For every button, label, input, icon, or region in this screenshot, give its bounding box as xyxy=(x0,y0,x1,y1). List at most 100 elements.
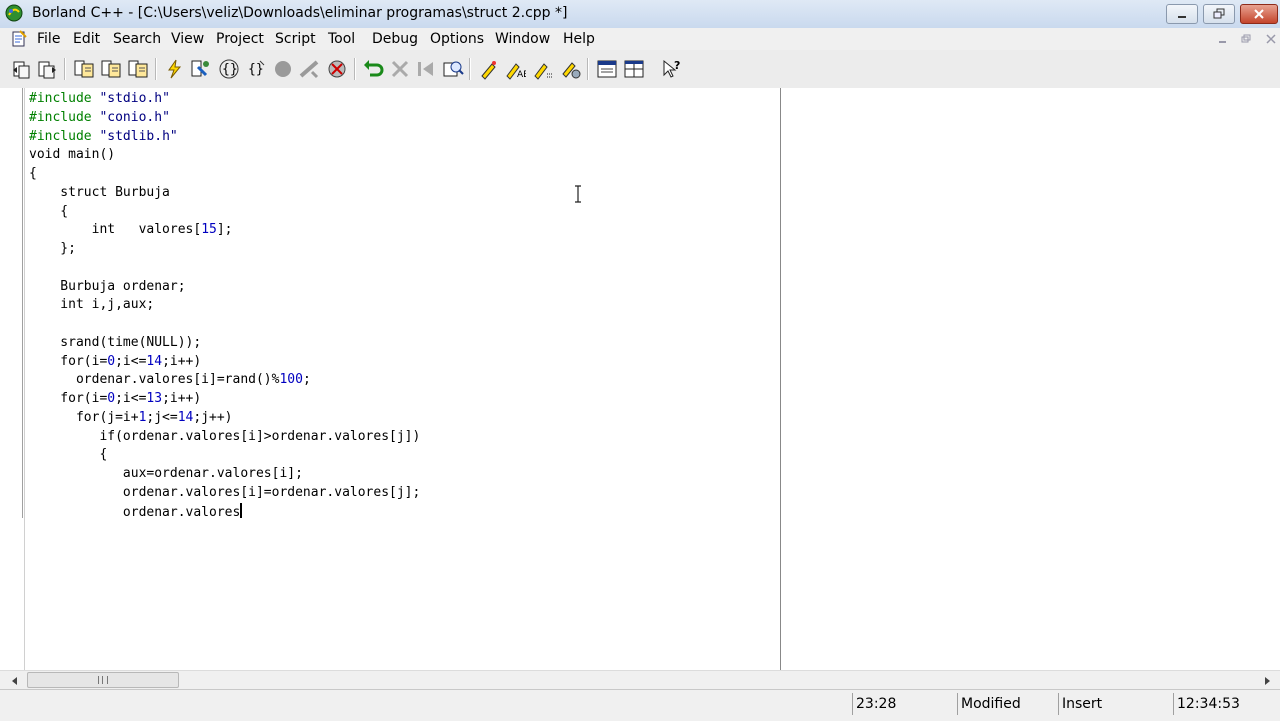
gutter-divider xyxy=(22,88,23,518)
code-line[interactable]: { xyxy=(29,446,420,465)
borland-app-icon[interactable] xyxy=(4,3,24,23)
code-line[interactable]: ordenar.valores[i]=ordenar.valores[j]; xyxy=(29,484,420,503)
code-line[interactable]: Burbuja ordenar; xyxy=(29,278,420,297)
code-line[interactable]: }; xyxy=(29,240,420,259)
toolbar-separator xyxy=(155,58,157,80)
close-icon xyxy=(1254,9,1264,19)
scrollbar-thumb[interactable] xyxy=(27,672,179,688)
close-button[interactable] xyxy=(1240,4,1278,24)
tile-icon[interactable] xyxy=(622,57,646,81)
code-line[interactable]: aux=ordenar.valores[i]; xyxy=(29,465,420,484)
menu-help[interactable]: Help xyxy=(561,30,597,48)
code-line[interactable]: #include "conio.h" xyxy=(29,109,420,128)
code-line[interactable]: for(i=0;i<=14;i++) xyxy=(29,353,420,372)
code-line[interactable]: ​ xyxy=(29,315,420,334)
menu-bar: File Edit Search View Project Script Too… xyxy=(0,28,1280,50)
code-line[interactable]: int valores[15]; xyxy=(29,221,420,240)
step-into-icon[interactable]: {} xyxy=(243,57,267,81)
mdi-minimize-icon xyxy=(1219,40,1226,43)
paste-icon[interactable] xyxy=(126,57,150,81)
insert-mode-indicator: Insert xyxy=(1058,693,1170,715)
code-line[interactable]: ordenar.valores xyxy=(29,502,420,523)
lightning-icon[interactable] xyxy=(162,57,186,81)
code-line[interactable]: struct Burbuja xyxy=(29,184,420,203)
svg-text:?: ? xyxy=(674,59,680,72)
minimize-button[interactable] xyxy=(1166,4,1198,24)
mdi-minimize-button[interactable] xyxy=(1214,30,1232,47)
svg-text:{}: {} xyxy=(248,62,264,77)
scroll-right-button[interactable] xyxy=(1258,671,1276,690)
highlight-icon[interactable] xyxy=(531,57,555,81)
code-line[interactable]: if(ordenar.valores[i]>ordenar.valores[j]… xyxy=(29,428,420,447)
back-icon[interactable] xyxy=(414,57,438,81)
copy-icon[interactable] xyxy=(99,57,123,81)
toolbar-separator xyxy=(587,58,589,80)
replace-icon[interactable]: AB xyxy=(503,57,527,81)
mdi-close-button[interactable] xyxy=(1262,30,1280,47)
settings-icon[interactable] xyxy=(559,57,583,81)
clock: 12:34:53 xyxy=(1173,693,1280,715)
minimize-icon xyxy=(1178,16,1186,18)
menu-file[interactable]: File xyxy=(35,30,62,48)
toolbar-separator xyxy=(469,58,471,80)
scroll-left-button[interactable] xyxy=(6,671,24,690)
code-line[interactable]: { xyxy=(29,165,420,184)
stop-icon[interactable] xyxy=(297,57,321,81)
restore-button[interactable] xyxy=(1203,4,1235,24)
scroll-right-icon xyxy=(1265,676,1270,685)
code-line[interactable]: srand(time(NULL)); xyxy=(29,334,420,353)
new-file-icon[interactable] xyxy=(10,57,34,81)
cursor-position: 23:28 xyxy=(852,693,952,715)
scroll-grip-icon xyxy=(98,676,108,684)
horizontal-scrollbar[interactable] xyxy=(0,670,1280,690)
menu-view[interactable]: View xyxy=(169,30,206,48)
pencil-icon[interactable] xyxy=(476,57,500,81)
menu-tool[interactable]: Tool xyxy=(326,30,357,48)
code-line[interactable]: void main() xyxy=(29,146,420,165)
gutter-divider xyxy=(24,88,25,670)
menu-project[interactable]: Project xyxy=(214,30,266,48)
save-file-icon[interactable] xyxy=(72,57,96,81)
scroll-left-icon xyxy=(12,676,17,685)
browse-icon[interactable] xyxy=(441,57,465,81)
code-line[interactable]: for(j=i+1;j<=14;j++) xyxy=(29,409,420,428)
code-line[interactable]: int i,j,aux; xyxy=(29,296,420,315)
undo-icon[interactable] xyxy=(361,57,385,81)
source-code[interactable]: #include "stdio.h" #include "conio.h" #inc… xyxy=(29,90,420,522)
title-bar: Borland C++ - [C:\Users\veliz\Downloads\… xyxy=(0,0,1280,29)
build-icon[interactable] xyxy=(188,57,212,81)
cut-icon[interactable] xyxy=(388,57,412,81)
breakpoint-icon[interactable] xyxy=(271,57,295,81)
toolbar-separator xyxy=(64,58,66,80)
menu-edit[interactable]: Edit xyxy=(71,30,102,48)
run-icon[interactable] xyxy=(325,57,349,81)
ibeam-cursor-icon xyxy=(575,185,581,203)
code-line[interactable]: ordenar.valores[i]=rand()%100; xyxy=(29,371,420,390)
open-file-icon[interactable] xyxy=(35,57,59,81)
code-line[interactable]: #include "stdio.h" xyxy=(29,90,420,109)
mdi-restore-button[interactable] xyxy=(1237,30,1255,47)
toolbar: {} {} AB ? xyxy=(0,50,1280,89)
modified-indicator: Modified xyxy=(957,693,1057,715)
menu-window[interactable]: Window xyxy=(493,30,552,48)
code-line[interactable]: #include "stdlib.h" xyxy=(29,128,420,147)
menu-script[interactable]: Script xyxy=(273,30,318,48)
menu-options[interactable]: Options xyxy=(428,30,486,48)
toolbar-separator xyxy=(354,58,356,80)
menu-search[interactable]: Search xyxy=(111,30,163,48)
code-line[interactable]: { xyxy=(29,203,420,222)
mdi-close-icon xyxy=(1266,33,1276,44)
code-line[interactable]: ​ xyxy=(29,259,420,278)
text-caret xyxy=(240,502,243,518)
right-empty-pane xyxy=(781,88,1280,670)
document-icon[interactable] xyxy=(10,30,28,48)
help-pointer-icon[interactable]: ? xyxy=(659,57,683,81)
svg-text:AB: AB xyxy=(517,70,526,80)
code-editor[interactable]: #include "stdio.h" #include "conio.h" #inc… xyxy=(0,88,781,670)
status-bar: 23:28 Modified Insert 12:34:53 xyxy=(0,689,1280,721)
menu-debug[interactable]: Debug xyxy=(370,30,420,48)
step-over-icon[interactable]: {} xyxy=(217,57,241,81)
restore-icon xyxy=(1213,8,1225,19)
code-line[interactable]: for(i=0;i<=13;i++) xyxy=(29,390,420,409)
window-icon[interactable] xyxy=(595,57,619,81)
